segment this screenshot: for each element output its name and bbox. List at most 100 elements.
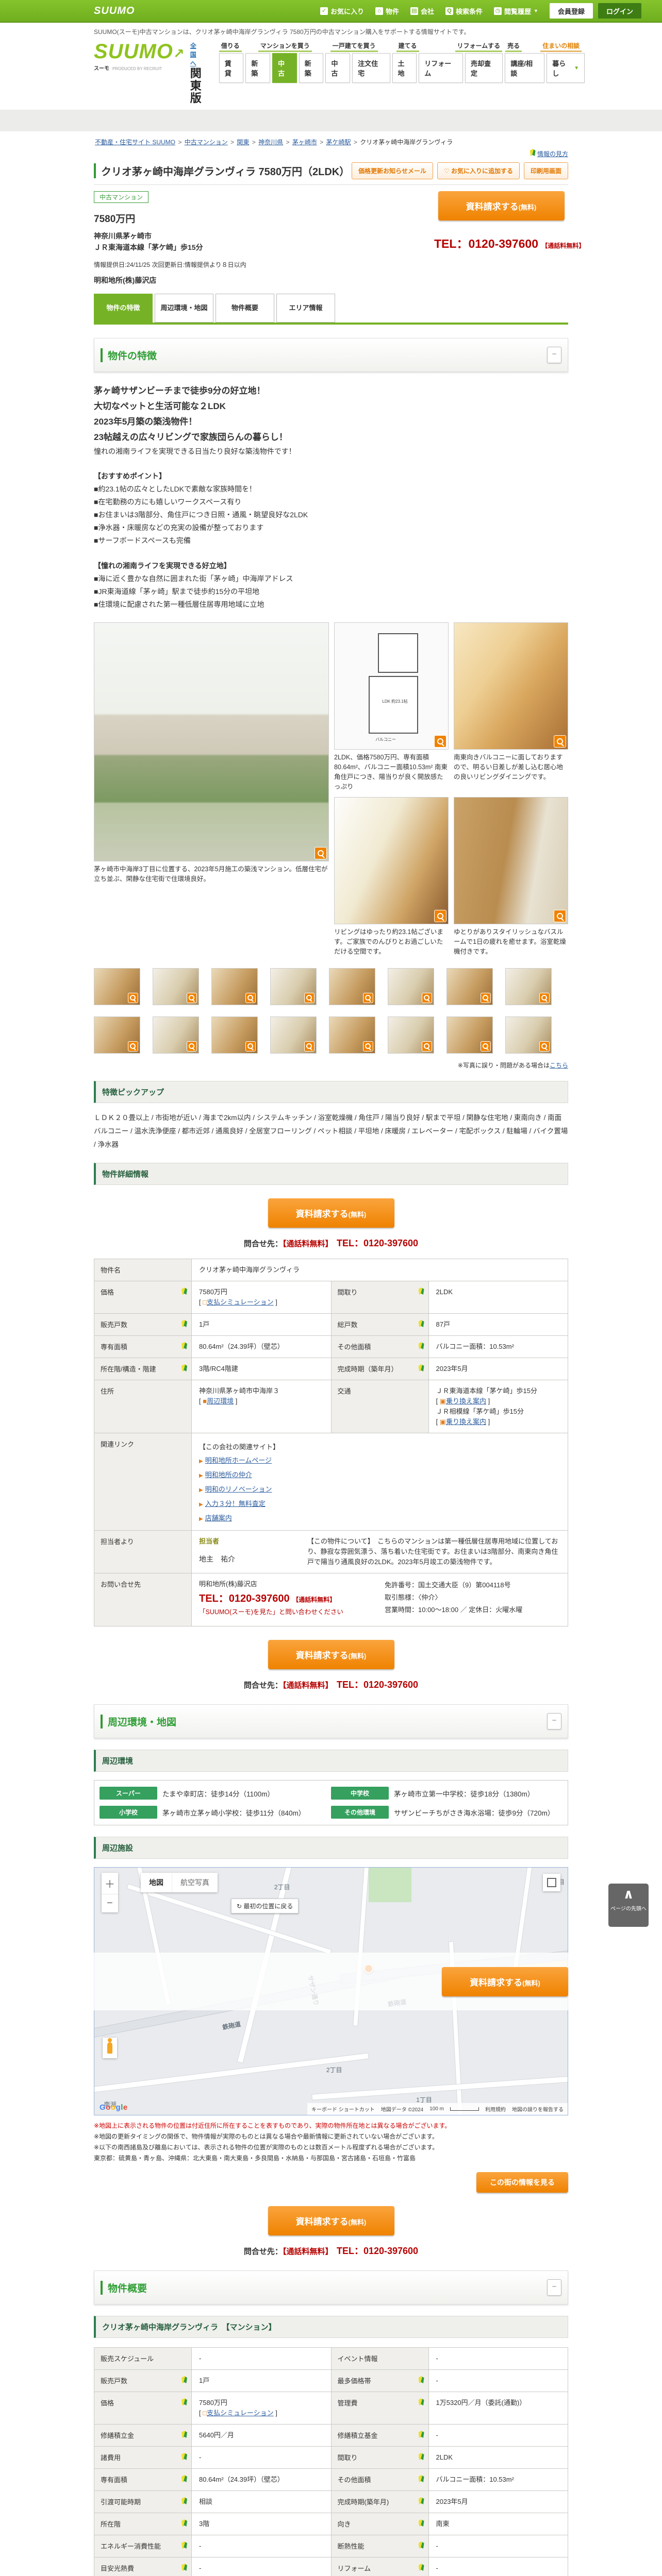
related-link-renovation[interactable]: 明和のリノベーション: [205, 1485, 272, 1493]
nav-tab-baikyaku[interactable]: 売却査定: [465, 53, 503, 83]
nav-tab-kouza[interactable]: 講座/相談: [505, 53, 545, 83]
photo-thumbnail[interactable]: [270, 1016, 317, 1054]
beginner-shield-icon: [181, 2497, 187, 2504]
tab-surroundings[interactable]: 周辺環境・地図: [155, 294, 213, 323]
nav-tab-chuko-kodate[interactable]: 中古: [325, 53, 351, 83]
related-link-shop[interactable]: 店舗案内: [205, 1514, 232, 1522]
magnifier-icon: [245, 1041, 256, 1052]
beginner-shield-icon: [418, 1287, 424, 1295]
price-update-mail-button[interactable]: 価格更新お知らせメール: [352, 162, 433, 179]
photo-living2[interactable]: [334, 797, 449, 924]
topbar-history[interactable]: ◷ 閲覧履歴 ▼: [494, 6, 538, 16]
payment-simulation-link[interactable]: 支払シミュレーション: [207, 2409, 273, 2417]
request-material-button[interactable]: 資料請求する(無料): [442, 1967, 568, 1996]
request-material-button[interactable]: 資料請求する(無料): [268, 1640, 394, 1669]
nav-tab-chumon[interactable]: 注文住宅: [352, 53, 390, 83]
topbar-companies[interactable]: ▤ 会社: [410, 6, 434, 16]
photo-thumbnail[interactable]: [329, 1016, 375, 1054]
photo-living[interactable]: [454, 622, 568, 750]
request-material-button[interactable]: 資料請求する(無料): [268, 2206, 394, 2235]
nav-tab-shinchiku-mansion[interactable]: 新築: [245, 53, 271, 83]
map-zoom-in-button[interactable]: ＋: [102, 1873, 118, 1894]
nav-tab-kurashi[interactable]: 暮らし ▼: [547, 53, 585, 83]
breadcrumb-chigasaki-station[interactable]: 茅ケ崎駅: [326, 139, 351, 146]
phone-number: TEL：0120-397600 【通話料無料】: [434, 237, 585, 250]
magnifier-icon: [539, 1041, 550, 1052]
nav-tab-chuko-mansion[interactable]: 中古: [272, 53, 297, 83]
nav-tab-reform[interactable]: リフォーム: [419, 53, 463, 83]
photo-thumbnail[interactable]: [329, 968, 375, 1005]
photo-bathroom[interactable]: [454, 797, 568, 924]
tab-features[interactable]: 物件の特徴: [94, 294, 153, 323]
map-type-satellite-button[interactable]: 航空写真: [172, 1873, 218, 1892]
tab-area-info[interactable]: エリア情報: [276, 294, 335, 323]
related-link-satei[interactable]: 入力３分！無料査定: [205, 1500, 266, 1507]
breadcrumb-chuko[interactable]: 中古マンション: [185, 139, 228, 146]
magnifier-icon: [434, 735, 446, 748]
photo-thumbnail[interactable]: [446, 1016, 493, 1054]
facility-text: サザンビーチちがさき海水浴場：徒歩9分（720m）: [394, 1809, 555, 1817]
favorite-add-button[interactable]: ♡ お気に入りに追加する: [437, 162, 520, 179]
outline-table: 販売スケジュール - イベント情報 - 販売戸数 1戸 最多価格帯 - 価格 7580万…: [94, 2347, 568, 2576]
photo-thumbnail[interactable]: [94, 1016, 140, 1054]
nav-tab-chintai[interactable]: 賃貸: [219, 53, 244, 83]
topbar-properties[interactable]: ⌂ 物件: [375, 6, 399, 16]
topbar-search-conditions[interactable]: Q 検索条件: [445, 6, 483, 16]
photo-floorplan[interactable]: LDK 約23.1帖 バルコニー: [334, 622, 449, 750]
nav-group-rent: 借りる: [219, 42, 242, 52]
transfer-guide-link[interactable]: 乗り換え案内: [446, 1397, 486, 1405]
photo-thumbnail[interactable]: [505, 1016, 552, 1054]
beginner-shield-icon: [181, 1287, 187, 1295]
login-button[interactable]: ログイン: [598, 3, 641, 19]
related-link-chukai[interactable]: 明和地所の仲介: [205, 1471, 252, 1479]
pegman-streetview[interactable]: [103, 2038, 117, 2058]
map-terms-link[interactable]: 利用規約: [485, 2105, 506, 2113]
breadcrumb-home[interactable]: 不動産・住宅サイト SUUMO: [95, 139, 175, 146]
register-button[interactable]: 会員登録: [549, 3, 593, 19]
fullscreen-icon[interactable]: [543, 1874, 560, 1891]
photo-thumbnail[interactable]: [446, 968, 493, 1005]
photo-thumbnail[interactable]: [388, 1016, 434, 1054]
photo-error-link[interactable]: こちら: [550, 1062, 568, 1069]
collapse-button[interactable]: −: [547, 2279, 561, 2296]
topbar-favorites[interactable]: ✓ お気に入り: [320, 6, 364, 16]
collapse-button[interactable]: −: [547, 347, 561, 363]
photo-thumbnail[interactable]: [153, 1016, 199, 1054]
photo-exterior[interactable]: [94, 622, 329, 861]
suumo-logo-block[interactable]: SUUMO↗ スーモ PRODUCED BY RECRUIT: [94, 41, 185, 72]
nationwide-link[interactable]: 全国へ: [190, 42, 196, 67]
photo-thumbnail[interactable]: [153, 968, 199, 1005]
map-zoom-out-button[interactable]: −: [102, 1894, 118, 1912]
tab-outline[interactable]: 物件概要: [216, 294, 274, 323]
surrounding-env-link[interactable]: 周辺環境: [207, 1397, 234, 1405]
photo-thumbnail[interactable]: [505, 968, 552, 1005]
related-link-homepage[interactable]: 明和地所ホームページ: [205, 1456, 272, 1464]
payment-simulation-link[interactable]: 支払シミュレーション: [207, 1298, 273, 1306]
print-view-button[interactable]: 印刷用画面: [523, 162, 568, 179]
facility-badge: その他環境: [331, 1806, 389, 1819]
map-report-link[interactable]: 地図の誤りを報告する: [512, 2105, 564, 2113]
town-info-button[interactable]: この街の情報を見る: [476, 2172, 568, 2193]
page-top-button[interactable]: ∧ ページの先頭へ: [608, 1884, 649, 1927]
request-material-button[interactable]: 資料請求する(無料): [438, 191, 565, 221]
collapse-button[interactable]: −: [547, 1713, 561, 1730]
breadcrumb-chigasaki-city[interactable]: 茅ヶ崎市: [292, 139, 317, 146]
map-shortcuts[interactable]: キーボード ショートカット: [311, 2105, 375, 2113]
photo-thumbnail[interactable]: [388, 968, 434, 1005]
suumo-topbar-logo[interactable]: SUUMO: [94, 5, 135, 17]
breadcrumb-kanagawa[interactable]: 神奈川県: [258, 139, 283, 146]
map-type-map-button[interactable]: 地図: [141, 1873, 172, 1892]
nav-tab-shinchiku-kodate[interactable]: 新築: [299, 53, 324, 83]
request-material-button[interactable]: 資料請求する(無料): [268, 1198, 394, 1228]
beginner-shield-icon: [181, 2519, 187, 2527]
breadcrumb-current: クリオ茅ヶ崎中海岸グランヴィラ: [360, 139, 453, 146]
breadcrumb-kanto[interactable]: 関東: [237, 139, 249, 146]
photo-thumbnail[interactable]: [94, 968, 140, 1005]
photo-thumbnail[interactable]: [270, 968, 317, 1005]
photo-thumbnail[interactable]: [211, 968, 258, 1005]
nav-tab-tochi[interactable]: 土地: [392, 53, 417, 83]
info-guide-link[interactable]: 情報の見方: [537, 150, 568, 158]
transfer-guide-link[interactable]: 乗り換え案内: [446, 1418, 486, 1426]
photo-thumbnail[interactable]: [211, 1016, 258, 1054]
map-reset-button[interactable]: ↻ 最初の位置に戻る: [231, 1899, 299, 1913]
